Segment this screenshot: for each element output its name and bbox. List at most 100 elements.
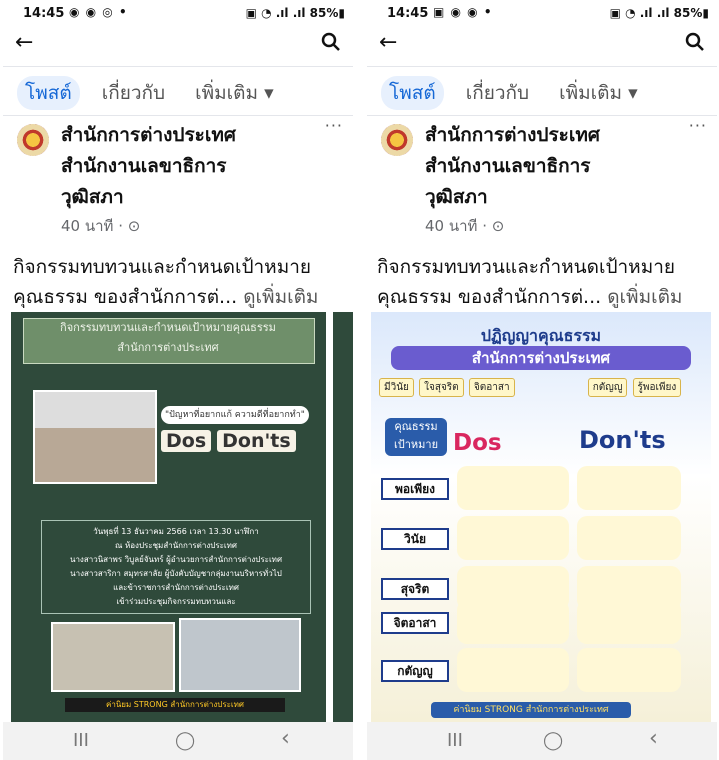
dos-donts-title: Dos Don'ts <box>161 430 302 452</box>
poster-footer: ค่านิยม STRONG สำนักการต่างประเทศ <box>65 698 285 712</box>
virtue-table-row: วินัย <box>381 516 681 564</box>
phone-screenshot-left: 14:45 ◉ ◉ ◎ • ▣ ◔ .ıl .ıl 85%▮ ← โพสต์ เ… <box>3 0 353 760</box>
poster-banner-text: กิจกรรมทบทวนและกำหนดเป้าหมายคุณธรรม สำนั… <box>23 318 313 358</box>
banner-title: กิจกรรมทบทวนและกำหนดเป้าหมายคุณธรรม <box>60 321 276 334</box>
page-name[interactable]: สำนักการต่างประเทศ สำนักงานเลขาธิการ วุฒ… <box>61 120 301 213</box>
detail-line: นางสาวนิสาพร วิบูลย์จันทร์ ผู้อำนวยการสำ… <box>69 555 283 564</box>
battery-level: 85% <box>309 6 339 20</box>
status-bar: 14:45 ◉ ◉ ◎ • ▣ ◔ .ıl .ıl 85%▮ <box>3 4 353 26</box>
virtue-row: มีวินัย ใจสุจริต จิตอาสา กตัญญู รู้พอเพี… <box>379 378 707 397</box>
post-caption: กิจกรรมทบทวนและกำหนดเป้าหมาย คุณธรรม ของ… <box>13 252 347 312</box>
status-time: 14:45 <box>23 6 65 21</box>
caption-line: คุณธรรม ของสำนักการต่... ดูเพิ่มเติม <box>377 282 711 312</box>
page-name[interactable]: สำนักการต่างประเทศ สำนักงานเลขาธิการ วุฒ… <box>425 120 665 213</box>
notification-icons: ▣ ◉ ◉ • <box>433 5 493 19</box>
tab-about[interactable]: เกี่ยวกับ <box>94 76 173 110</box>
post-time: 40 นาที · ⊙ <box>425 217 505 235</box>
dos-label: Dos <box>453 430 502 456</box>
meeting-photo <box>33 390 157 484</box>
home-icon[interactable]: ◯ <box>175 730 195 751</box>
avatar[interactable] <box>381 124 413 156</box>
meeting-photo <box>179 618 301 692</box>
event-details: วันพุธที่ 13 ธันวาคม 2566 เวลา 13.30 นาฬ… <box>41 520 311 614</box>
recent-apps-icon[interactable]: III <box>73 730 89 751</box>
see-more-link[interactable]: ดูเพิ่มเติม <box>243 286 318 308</box>
page-name-line: วุฒิสภา <box>61 186 124 208</box>
virtue-tag: ใจสุจริต <box>419 378 464 397</box>
see-more-link[interactable]: ดูเพิ่มเติม <box>607 286 682 308</box>
page-tabs: โพสต์ เกี่ยวกับ เพิ่มเติม ▾ <box>381 76 717 110</box>
post-image[interactable]: กิจกรรมทบทวนและกำหนดเป้าหมายคุณธรรม สำนั… <box>11 312 326 722</box>
search-icon[interactable] <box>321 32 341 52</box>
post-caption: กิจกรรมทบทวนและกำหนดเป้าหมาย คุณธรรม ของ… <box>377 252 711 312</box>
notification-icons: ◉ ◉ ◎ • <box>69 5 128 19</box>
divider <box>3 115 353 116</box>
row-label: พอเพียง <box>381 478 449 500</box>
dos-label: Dos <box>161 430 212 452</box>
virtue-poster: ปฏิญญาคุณธรรม สำนักการต่างประเทศ มีวินัย… <box>371 312 711 722</box>
dos-cell <box>457 466 569 510</box>
tab-posts[interactable]: โพสต์ <box>381 76 444 110</box>
banner-sub: สำนักการต่างประเทศ <box>117 341 219 354</box>
virtue-table-row: กตัญญู <box>381 648 681 696</box>
page-name-line: สำนักงานเลขาธิการ <box>61 155 227 177</box>
status-right: ▣ ◔ .ıl .ıl 85%▮ <box>609 6 709 20</box>
detail-line: และข้าราชการสำนักการต่างประเทศ <box>113 583 239 592</box>
back-arrow-icon[interactable]: ← <box>15 30 33 55</box>
post-time: 40 นาที · ⊙ <box>61 217 141 235</box>
tab-more[interactable]: เพิ่มเติม ▾ <box>551 76 645 110</box>
recent-apps-icon[interactable]: III <box>447 730 463 751</box>
poster-subtitle: สำนักการต่างประเทศ <box>391 346 691 370</box>
caption-line: กิจกรรมทบทวนและกำหนดเป้าหมาย <box>377 256 676 278</box>
dos-cell <box>457 648 569 692</box>
page-name-line: สำนักการต่างประเทศ <box>61 124 236 146</box>
page-name-line: วุฒิสภา <box>425 186 488 208</box>
back-arrow-icon[interactable]: ← <box>379 30 397 55</box>
page-tabs: โพสต์ เกี่ยวกับ เพิ่มเติม ▾ <box>17 76 353 110</box>
search-icon[interactable] <box>685 32 705 52</box>
virtue-table-row: พอเพียง <box>381 466 681 514</box>
goal-badge: คุณธรรม เป้าหมาย <box>385 418 447 456</box>
dos-cell <box>457 516 569 560</box>
detail-line: นางสาวสาริกา สมุทรสาลัย ผู้บังคับบัญชากล… <box>70 569 282 578</box>
virtue-tag: มีวินัย <box>379 378 414 397</box>
caption-line: คุณธรรม ของสำนักการต่... ดูเพิ่มเติม <box>13 282 347 312</box>
tab-posts[interactable]: โพสต์ <box>17 76 80 110</box>
donts-label: Don'ts <box>579 426 666 454</box>
status-time: 14:45 <box>387 6 429 21</box>
top-bar: ← <box>3 30 353 62</box>
virtue-tag: รู้พอเพียง <box>632 378 682 397</box>
next-image-peek[interactable] <box>333 312 353 722</box>
tab-more[interactable]: เพิ่มเติม ▾ <box>187 76 281 110</box>
badge-line: คุณธรรม <box>394 420 438 433</box>
page-name-line: สำนักงานเลขาธิการ <box>425 155 591 177</box>
post-image[interactable]: ปฏิญญาคุณธรรม สำนักการต่างประเทศ มีวินัย… <box>371 312 711 722</box>
donts-cell <box>577 466 681 510</box>
caption-text: คุณธรรม ของสำนักการต่... <box>13 286 244 308</box>
home-icon[interactable]: ◯ <box>543 730 563 751</box>
top-bar: ← <box>367 30 717 62</box>
back-nav-icon[interactable]: ‹ <box>649 726 658 751</box>
virtue-table-row: จิตอาสา <box>381 600 681 648</box>
poster-footer: ค่านิยม STRONG สำนักการต่างประเทศ <box>431 702 631 718</box>
virtue-tag: จิตอาสา <box>468 378 515 397</box>
page-name-line: สำนักการต่างประเทศ <box>425 124 600 146</box>
row-label: สุจริต <box>381 578 449 600</box>
donts-cell <box>577 516 681 560</box>
row-label: วินัย <box>381 528 449 550</box>
phone-screenshot-right: 14:45 ▣ ◉ ◉ • ▣ ◔ .ıl .ıl 85%▮ ← โพสต์ เ… <box>367 0 717 760</box>
android-nav-bar: III ◯ ‹ <box>367 722 717 760</box>
back-nav-icon[interactable]: ‹ <box>281 726 290 751</box>
status-bar: 14:45 ▣ ◉ ◉ • ▣ ◔ .ıl .ıl 85%▮ <box>367 4 717 26</box>
avatar[interactable] <box>17 124 49 156</box>
more-options-icon[interactable]: ··· <box>689 116 707 135</box>
donts-label: Don'ts <box>217 430 296 452</box>
status-right: ▣ ◔ .ıl .ıl 85%▮ <box>245 6 345 20</box>
divider <box>367 115 717 116</box>
more-options-icon[interactable]: ··· <box>325 116 343 135</box>
tab-about[interactable]: เกี่ยวกับ <box>458 76 537 110</box>
detail-line: วันพุธที่ 13 ธันวาคม 2566 เวลา 13.30 นาฬ… <box>93 527 259 536</box>
virtue-tag: กตัญญู <box>587 378 628 397</box>
android-nav-bar: III ◯ ‹ <box>3 722 353 760</box>
donts-cell <box>577 648 681 692</box>
